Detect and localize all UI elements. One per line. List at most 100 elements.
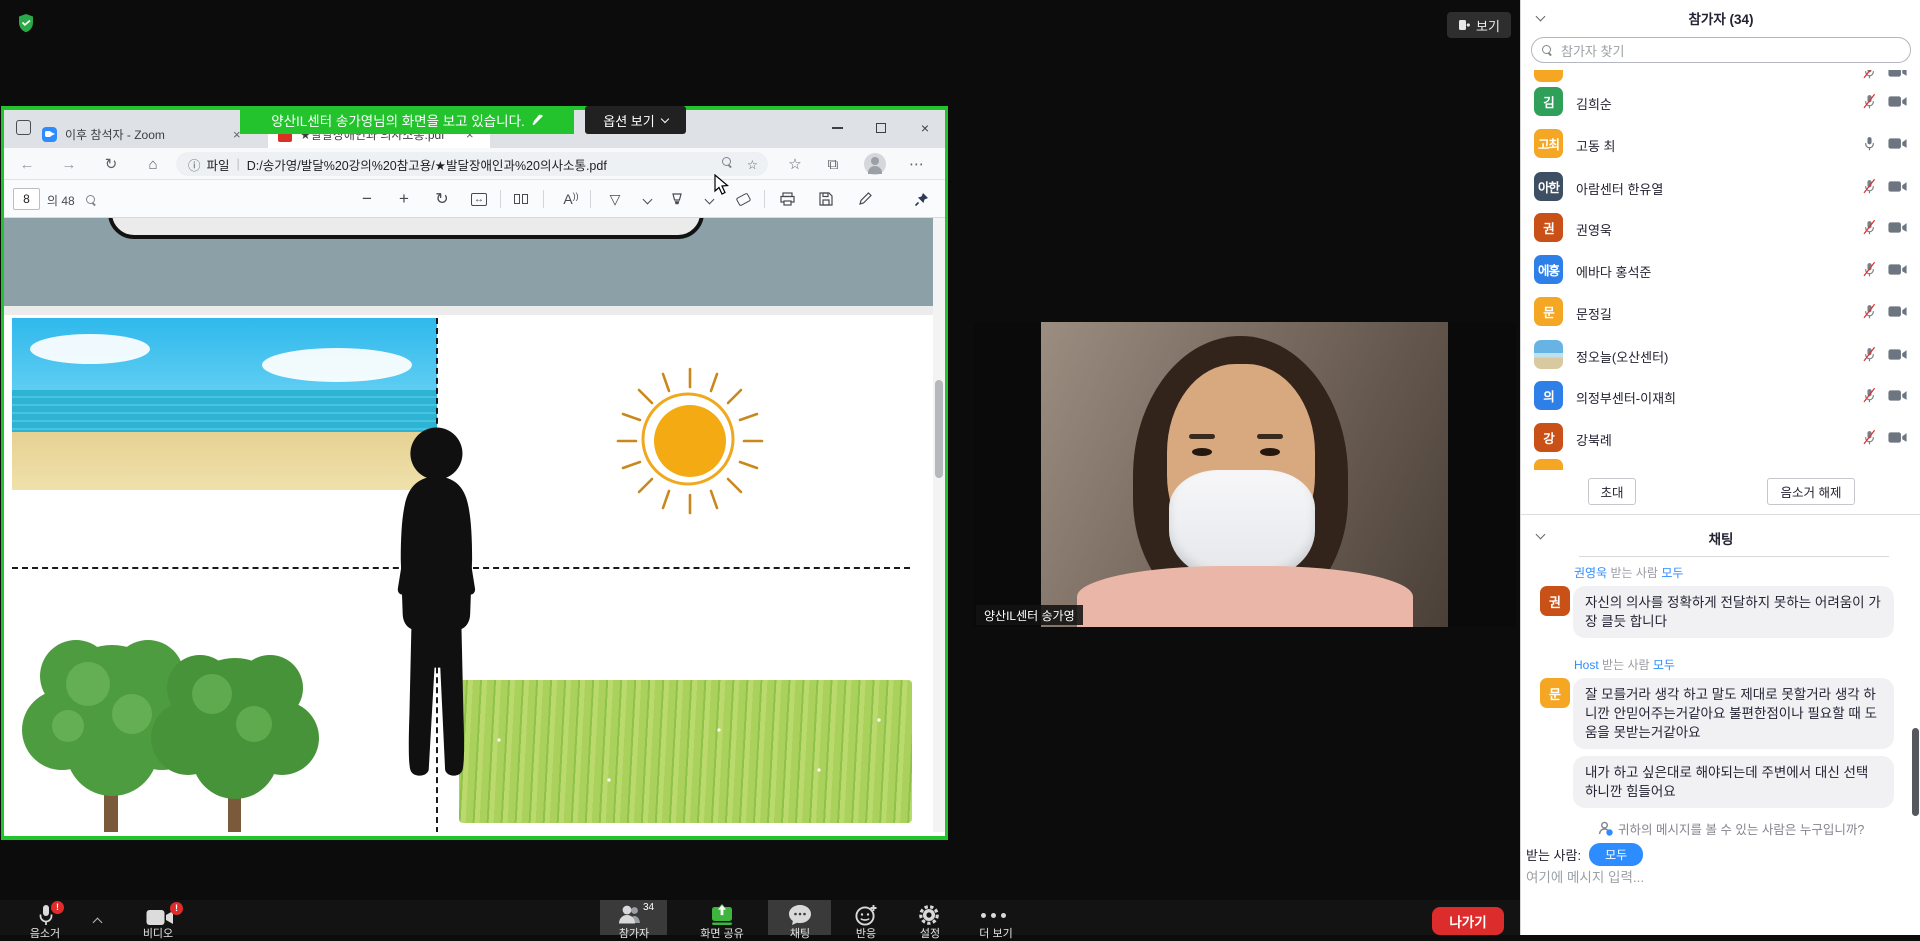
refresh-icon[interactable]: ↻ (96, 148, 126, 180)
draw-dropdown-icon[interactable] (638, 180, 656, 218)
home-icon[interactable]: ⌂ (138, 148, 168, 180)
chevron-down-icon (660, 114, 668, 122)
view-options-button[interactable]: 옵션 보기 (585, 106, 686, 134)
pdf-document (4, 218, 945, 832)
participants-button-label: 참가자 (604, 925, 664, 941)
info-icon[interactable]: ⓘ (188, 155, 201, 174)
table-row[interactable]: 권 권영욱 (1521, 207, 1920, 249)
share-screen-label: 화면 공유 (692, 925, 752, 941)
eraser-icon[interactable] (730, 180, 756, 218)
participant-search-input[interactable]: 참가자 찾기 (1531, 37, 1911, 63)
favorites-star-icon[interactable]: ☆ (747, 157, 758, 172)
speaker-video[interactable] (1041, 322, 1448, 627)
chat-message-input[interactable]: 여기에 메시지 입력... (1526, 866, 1644, 886)
pin-toolbar-icon[interactable] (907, 180, 935, 218)
annotation-disabled-icon (531, 114, 543, 126)
window-maximize-button[interactable] (860, 110, 902, 146)
edit-icon[interactable] (852, 180, 878, 218)
person-privacy-icon (1598, 821, 1613, 836)
zoom-in-icon[interactable]: + (391, 180, 417, 218)
video-alert-badge: ! (170, 902, 183, 915)
table-row[interactable]: 아한 아람센터 한유열 (1521, 166, 1920, 208)
mic-options-chevron-icon[interactable] (94, 913, 101, 931)
camera-off-icon (1888, 137, 1907, 150)
mute-label: 음소거 (15, 925, 75, 941)
view-button-label: 보기 (1476, 16, 1500, 35)
table-row[interactable]: 에홍 에바다 홍석준 (1521, 249, 1920, 291)
read-aloud-icon[interactable]: A)) (557, 180, 585, 218)
side-panel: 참가자 (34) 참가자 찾기 김 김희순 고최 고동 최 (1520, 0, 1920, 935)
table-row[interactable]: 김 김희순 (1521, 81, 1920, 123)
browser-menu-icon[interactable]: ⋯ (902, 148, 932, 180)
avatar: 권 (1540, 586, 1570, 616)
participants-list[interactable]: 김 김희순 고최 고동 최 아한 아람센터 한유열 권 권 (1521, 70, 1920, 470)
slide-edge-strip (4, 306, 945, 315)
sun-illustration (610, 361, 770, 521)
chat-message-header: 권영욱 받는 사람 모두 (1574, 564, 1683, 581)
avatar: 고최 (1534, 129, 1563, 158)
table-row[interactable]: 정오늘(오산센터) (1521, 334, 1920, 376)
camera-off-icon (1888, 95, 1907, 108)
meeting-toolbar: ! 음소거 ! 비디오 34 참가자 (0, 900, 1520, 935)
address-separator: | (237, 157, 240, 171)
chat-divider (1579, 556, 1889, 557)
address-field[interactable]: ⓘ 파일 | D:/송가영/발달%20강의%20참고용/★발달장애인과%20의사… (176, 152, 768, 176)
avatar: 김 (1534, 87, 1563, 116)
zoom-out-icon[interactable]: − (354, 180, 380, 218)
mic-muted-icon (1861, 219, 1878, 236)
camera-off-icon (1888, 263, 1907, 276)
meeting-stage: 보기 이후 참석자 - Zoom × ★발달장애인과 의사소통.pdf × + … (0, 0, 1520, 935)
forward-icon[interactable]: → (54, 148, 84, 180)
document-scrollbar-track[interactable] (933, 218, 945, 832)
mic-muted-icon (1861, 387, 1878, 404)
document-scrollbar-thumb[interactable] (935, 380, 943, 478)
profile-avatar[interactable] (864, 153, 886, 175)
save-icon[interactable] (813, 180, 839, 218)
participant-name: 고동 최 (1576, 136, 1616, 155)
pdf-page-input[interactable]: 8 (13, 188, 40, 210)
chat-recipient[interactable]: 모두 (1653, 658, 1675, 672)
chat-recipient-selector[interactable]: 모두 (1589, 843, 1643, 866)
avatar: 강 (1534, 423, 1563, 452)
print-icon[interactable] (774, 180, 800, 218)
tab-zoom[interactable]: 이후 참석자 - Zoom × (42, 120, 266, 148)
leave-button[interactable]: 나가기 (1432, 907, 1504, 935)
invite-button[interactable]: 초대 (1588, 478, 1636, 505)
pdf-search-icon[interactable] (86, 193, 97, 211)
camera-off-icon (1888, 348, 1907, 361)
highlight-icon[interactable] (664, 180, 690, 218)
chat-privacy-text: 귀하의 메시지를 볼 수 있는 사람은 누구입니까? (1618, 819, 1864, 838)
table-row[interactable] (1521, 459, 1920, 470)
unmute-all-button[interactable]: 음소거 해제 (1767, 478, 1855, 505)
reactions-smiley-icon (854, 903, 878, 927)
table-row[interactable]: 문 문정길 (1521, 291, 1920, 333)
tab-search-icon[interactable] (16, 120, 31, 135)
chat-scrollbar-thumb[interactable] (1912, 728, 1919, 816)
settings-label: 설정 (900, 925, 960, 941)
window-close-button[interactable]: × (904, 110, 945, 146)
security-shield-icon (17, 13, 35, 33)
table-row[interactable]: 의 의정부센터-이재희 (1521, 375, 1920, 417)
back-icon[interactable]: ← (12, 148, 42, 180)
collections-icon[interactable]: ⧉ (818, 148, 848, 180)
chat-sender: Host (1574, 658, 1599, 672)
chat-privacy-notice: 귀하의 메시지를 볼 수 있는 사람은 누구입니까? (1598, 819, 1864, 838)
person-sweater (1077, 566, 1413, 627)
table-row[interactable]: 강 강북례 (1521, 417, 1920, 459)
chat-message-bubble: 내가 하고 싶은대로 해야되는데 주변에서 대신 선택 하니깐 힘들어요 (1573, 756, 1894, 808)
fit-width-icon[interactable]: ↔ (465, 180, 493, 218)
page-view-icon[interactable] (508, 180, 534, 218)
view-button[interactable]: 보기 (1447, 12, 1511, 38)
slide-rounded-box (108, 218, 704, 239)
chat-message-bubble: 자신의 의사를 정확하게 전달하지 못하는 어려움이 가장 클듯 합니다 (1573, 586, 1894, 638)
draw-icon[interactable]: ▽ (602, 180, 628, 218)
chat-recipient[interactable]: 모두 (1661, 566, 1683, 580)
table-row[interactable]: 고최 고동 최 (1521, 123, 1920, 165)
window-minimize-button[interactable] (816, 110, 858, 146)
zoom-out-page-icon[interactable] (722, 157, 733, 171)
avatar: 아한 (1534, 172, 1563, 201)
rotate-icon[interactable]: ↻ (429, 180, 455, 218)
participants-icon (617, 904, 643, 924)
favorites-bar-icon[interactable]: ☆ (780, 148, 810, 180)
chat-message-bubble: 잘 모를거라 생각 하고 말도 제대로 못할거라 생각 하니깐 안믿어주는거같아… (1573, 678, 1894, 749)
